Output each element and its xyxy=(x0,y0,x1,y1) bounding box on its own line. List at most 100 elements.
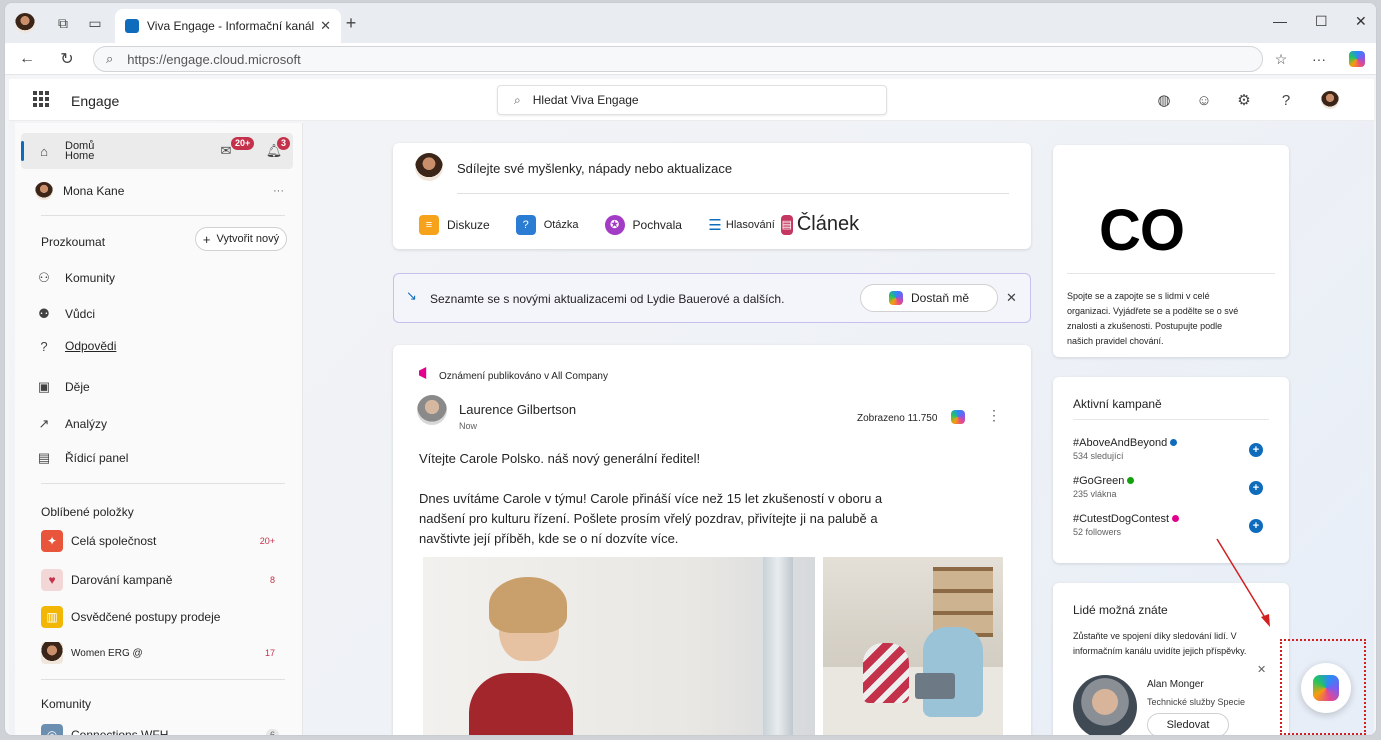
favorite-item[interactable]: ▥ Osvědčené postupy prodeje xyxy=(21,599,293,635)
copilot-icon xyxy=(888,291,903,305)
explore-heading: Prozkoumat xyxy=(41,235,106,249)
tab-actions-icon[interactable]: ▭ xyxy=(85,13,105,33)
tab-close-icon[interactable]: ✕ xyxy=(320,18,331,34)
more-icon[interactable]: ··· xyxy=(1309,49,1329,69)
person-name[interactable]: Alan Monger xyxy=(1147,679,1204,690)
app-launcher-icon[interactable] xyxy=(33,91,49,107)
composer-card: Sdílejte své myšlenky, nápady nebo aktua… xyxy=(393,143,1031,249)
favorite-item[interactable]: Women ERG @ 17 xyxy=(21,635,293,671)
follow-label: Sledovat xyxy=(1166,719,1210,731)
favorite-count: 8 xyxy=(269,575,275,585)
analytics-icon: ↗ xyxy=(38,416,50,431)
composer-prompt[interactable]: Sdílejte své myšlenky, nápady nebo aktua… xyxy=(457,161,732,176)
sidebar-item-leaders[interactable]: ⚉ Vůdci xyxy=(21,296,293,332)
campaign-item[interactable]: #GoGreen 235 vlákna xyxy=(1073,475,1135,499)
join-campaign-button[interactable]: + xyxy=(1249,443,1263,457)
tab-title: Viva Engage - Informační kanál xyxy=(147,19,315,33)
post-image-family[interactable] xyxy=(823,557,1003,735)
org-divider xyxy=(1067,273,1275,274)
url-field[interactable]: ⌕ https://engage.cloud.microsoft xyxy=(93,46,1263,72)
home-label-secondary: Home xyxy=(65,150,95,162)
user-avatar xyxy=(35,182,53,200)
gear-icon[interactable]: ⚙ xyxy=(1235,91,1253,109)
join-campaign-button[interactable]: + xyxy=(1249,481,1263,495)
campaigns-card: Aktivní kampaně #AboveAndBeyond 534 sled… xyxy=(1053,377,1289,563)
banner-close-icon[interactable]: ✕ xyxy=(1006,290,1017,306)
plus-icon: + xyxy=(202,231,211,247)
leaders-icon: ⚉ xyxy=(38,306,50,321)
person-title: Technické služby Specie xyxy=(1147,697,1246,707)
author-avatar[interactable] xyxy=(417,395,447,425)
smiley-icon[interactable]: ☺ xyxy=(1195,91,1213,109)
sidebar-item-answers[interactable]: ? Odpovědi xyxy=(21,328,293,364)
active-indicator xyxy=(21,141,24,161)
new-tab-icon[interactable]: + xyxy=(341,13,361,33)
community-item[interactable]: ◎ Connections WFH 6 xyxy=(21,717,293,735)
sidebar-item-profile[interactable]: Mona Kane ··· xyxy=(21,173,293,209)
home-icon: ⌂ xyxy=(40,143,48,159)
favorites-icon[interactable]: ☆ xyxy=(1271,49,1291,69)
author-name[interactable]: Laurence Gilbertson xyxy=(459,402,576,417)
refresh-icon[interactable]: ↻ xyxy=(57,49,77,69)
article-icon: ▤ xyxy=(780,214,793,235)
help-icon[interactable]: ? xyxy=(1277,91,1295,109)
url-text: https://engage.cloud.microsoft xyxy=(127,51,301,67)
praise-button[interactable]: ✪ Pochvala xyxy=(604,214,682,235)
action-label: Hlasování xyxy=(725,218,775,231)
sidebar-item-home[interactable]: ⌂ Domů Home ✉ 20+ 🔔︎ 3 xyxy=(21,133,293,169)
sidebar-item-analytics[interactable]: ↗ Analýzy xyxy=(21,406,293,442)
search-icon: ⌕ xyxy=(514,92,521,107)
browser-window: ⧉ ▭ Viva Engage - Informační kanál ✕ + —… xyxy=(4,2,1377,736)
post-image-woman[interactable] xyxy=(423,557,815,735)
campaign-item[interactable]: #CutestDogContest 52 followers xyxy=(1073,513,1180,537)
user-avatar[interactable] xyxy=(1321,91,1339,109)
question-button[interactable]: ? Otázka xyxy=(515,214,579,235)
org-logo: CO xyxy=(1099,198,1185,263)
back-icon[interactable]: ← xyxy=(17,49,37,69)
sidebar-item-dashboard[interactable]: ▤ Řídicí panel xyxy=(21,440,293,476)
favorite-item[interactable]: ✦ Celá společnost 20+ xyxy=(21,523,293,559)
dismiss-icon[interactable]: ✕ xyxy=(1257,663,1266,676)
boy-figure xyxy=(863,643,909,703)
megaphone-icon xyxy=(419,367,427,379)
favorite-item[interactable]: ♥ Darování kampaně 8 xyxy=(21,562,293,598)
sidebar-item-events[interactable]: ▣ Děje xyxy=(21,369,293,405)
create-new-button[interactable]: + Vytvořit nový xyxy=(195,227,287,251)
follow-button[interactable]: Sledovat xyxy=(1147,713,1229,735)
minimize-icon[interactable]: — xyxy=(1273,13,1287,29)
sparkle-icon: ↘ xyxy=(406,288,417,303)
people-card: Lidé možná znáte Zůstaňte ve spojení dík… xyxy=(1053,583,1289,735)
close-window-icon[interactable]: ✕ xyxy=(1355,13,1367,30)
copilot-fab-button[interactable] xyxy=(1301,663,1351,713)
search-input[interactable]: ⌕ Hledat Viva Engage xyxy=(497,85,887,115)
favorite-count: 17 xyxy=(264,648,275,658)
messages-badge: 20+ xyxy=(231,137,255,150)
address-bar: ← ↻ ⌕ https://engage.cloud.microsoft ☆ ·… xyxy=(5,43,1376,75)
post-more-icon[interactable]: ⋮ xyxy=(987,407,1001,424)
profile-avatar[interactable] xyxy=(15,13,35,33)
globe-icon[interactable]: ◍ xyxy=(1155,91,1173,109)
maximize-icon[interactable]: ☐ xyxy=(1315,13,1328,30)
join-campaign-button[interactable]: + xyxy=(1249,519,1263,533)
get-me-button[interactable]: Dostaň mě xyxy=(860,284,998,312)
favorite-label: Celá společnost xyxy=(71,534,157,548)
workspaces-icon[interactable]: ⧉ xyxy=(53,13,73,33)
article-button[interactable]: ▤ Článek xyxy=(780,213,859,236)
announcement-label[interactable]: Oznámení publikováno v All Company xyxy=(439,371,608,382)
campaign-item[interactable]: #AboveAndBeyond 534 sledující xyxy=(1073,437,1178,461)
more-icon[interactable]: ··· xyxy=(273,185,284,197)
woman-figure xyxy=(923,627,983,717)
favorite-label: Darování kampaně xyxy=(71,573,173,587)
app-brand: Engage xyxy=(71,93,120,109)
sidebar-item-communities[interactable]: ⚇ Komunity xyxy=(21,260,293,296)
favorites-heading: Oblíbené položky xyxy=(41,505,134,519)
copilot-icon[interactable] xyxy=(951,410,965,424)
discussion-button[interactable]: ≡ Diskuze xyxy=(419,214,490,235)
composer-avatar xyxy=(415,153,443,181)
poll-button[interactable]: ☰ Hlasování xyxy=(708,215,775,235)
window-frame xyxy=(763,557,793,735)
copilot-browser-icon[interactable] xyxy=(1347,49,1367,69)
browser-tab[interactable]: Viva Engage - Informační kanál ✕ xyxy=(115,9,341,43)
person-avatar[interactable] xyxy=(1073,675,1137,735)
post-headline: Vítejte Carole Polsko. náš nový generáln… xyxy=(419,451,701,466)
